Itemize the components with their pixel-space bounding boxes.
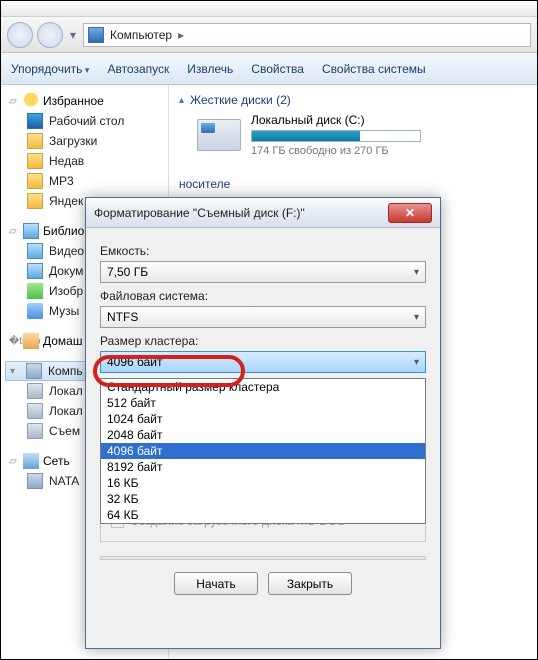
drive-icon	[27, 383, 43, 399]
sidebar-label: Компь	[48, 364, 83, 378]
organize-menu[interactable]: Упорядочить	[11, 62, 89, 76]
start-button[interactable]: Начать	[174, 572, 258, 595]
cluster-option[interactable]: 2048 байт	[101, 427, 425, 443]
drive-icon	[27, 403, 43, 419]
cluster-option[interactable]: 1024 байт	[101, 411, 425, 427]
breadcrumb[interactable]: Компьютер	[110, 28, 172, 42]
history-dropdown-icon[interactable]: ▾	[67, 25, 79, 45]
folder-icon	[27, 153, 43, 169]
cluster-option[interactable]: 32 КБ	[101, 491, 425, 507]
music-icon	[27, 303, 43, 319]
sidebar-label: Недав	[49, 154, 84, 168]
cluster-option[interactable]: 64 КБ	[101, 507, 425, 523]
sidebar-label: Докум	[49, 264, 83, 278]
sidebar-label: Локал	[49, 404, 83, 418]
computer-icon	[27, 473, 43, 489]
disk-item-c[interactable]: Локальный диск (C:) 174 ГБ свободно из 2…	[197, 113, 527, 157]
dialog-titlebar[interactable]: Форматирование "Съемный диск (F:)" ✕	[86, 198, 440, 228]
filesystem-value: NTFS	[107, 310, 138, 324]
sidebar-label: Локал	[49, 384, 83, 398]
cluster-size-label: Размер кластера:	[100, 334, 426, 348]
disk-capacity-bar	[251, 130, 421, 142]
filesystem-combo[interactable]: NTFS	[100, 306, 426, 328]
disk-free-text: 174 ГБ свободно из 270 ГБ	[251, 145, 421, 157]
cluster-option[interactable]: Стандартный размер кластера	[101, 379, 425, 395]
command-bar: Упорядочить Автозапуск Извлечь Свойства …	[1, 53, 537, 85]
forward-button[interactable]	[37, 22, 63, 48]
folder-icon	[27, 193, 43, 209]
sidebar-label: Избранное	[43, 94, 104, 108]
capacity-combo[interactable]: 7,50 ГБ	[100, 261, 426, 283]
close-dialog-button[interactable]: Закрыть	[268, 572, 352, 595]
drive-icon	[27, 423, 43, 439]
cluster-size-value: 4096 байт	[107, 355, 163, 369]
hdd-section-header[interactable]: ▴Жесткие диски (2)	[179, 93, 527, 107]
dialog-title: Форматирование "Съемный диск (F:)"	[94, 206, 388, 220]
sidebar-label: Загрузки	[49, 134, 97, 148]
star-icon	[23, 93, 39, 109]
folder-icon	[27, 173, 43, 189]
removable-section-header[interactable]: носителе	[179, 177, 527, 191]
desktop-icon	[27, 113, 43, 129]
breadcrumb-chevron-icon[interactable]: ▸	[178, 28, 184, 42]
filesystem-label: Файловая система:	[100, 289, 426, 303]
homegroup-icon	[23, 333, 39, 349]
sidebar-label: NATA	[49, 474, 79, 488]
hdd-icon	[197, 119, 241, 151]
window-titlebar	[1, 1, 537, 17]
favorites-group[interactable]: ▱Избранное	[5, 91, 164, 111]
sidebar-label: Яндек	[49, 194, 83, 208]
button-label: Закрыть	[287, 577, 333, 591]
cluster-option[interactable]: 16 КБ	[101, 475, 425, 491]
cluster-size-combo[interactable]: 4096 байт	[100, 351, 426, 373]
sidebar-item-recent[interactable]: Недав	[5, 151, 164, 171]
section-title: носителе	[179, 177, 230, 191]
sidebar-label: Домаш	[43, 334, 83, 348]
properties-button[interactable]: Свойства	[251, 62, 304, 76]
sidebar-label: Музы	[49, 304, 79, 318]
sidebar-item-mp3[interactable]: MP3	[5, 171, 164, 191]
format-dialog: Форматирование "Съемный диск (F:)" ✕ Емк…	[85, 197, 441, 649]
sidebar-label: MP3	[49, 174, 74, 188]
cluster-option[interactable]: 8192 байт	[101, 459, 425, 475]
capacity-value: 7,50 ГБ	[107, 265, 148, 279]
autoplay-button[interactable]: Автозапуск	[107, 62, 169, 76]
video-icon	[27, 243, 43, 259]
sidebar-label: Видео	[49, 244, 84, 258]
cluster-option[interactable]: 512 байт	[101, 395, 425, 411]
network-icon	[23, 453, 39, 469]
sidebar-label: Рабочий стол	[49, 114, 124, 128]
system-properties-button[interactable]: Свойства системы	[322, 62, 426, 76]
computer-icon	[26, 363, 42, 379]
sidebar-label: Изобр	[49, 284, 83, 298]
close-button[interactable]: ✕	[388, 203, 432, 223]
computer-icon	[88, 27, 104, 43]
libraries-icon	[23, 223, 39, 239]
sidebar-item-desktop[interactable]: Рабочий стол	[5, 111, 164, 131]
pictures-icon	[27, 283, 43, 299]
cluster-option-selected[interactable]: 4096 байт	[101, 443, 425, 459]
address-bar[interactable]: Компьютер ▸	[83, 23, 531, 47]
documents-icon	[27, 263, 43, 279]
section-title: Жесткие диски (2)	[190, 93, 291, 107]
progress-bar	[100, 556, 426, 560]
folder-icon	[27, 133, 43, 149]
nav-bar: ▾ Компьютер ▸	[1, 17, 537, 53]
capacity-label: Емкость:	[100, 244, 426, 258]
sidebar-label: Съем	[49, 424, 80, 438]
back-button[interactable]	[7, 22, 33, 48]
button-label: Начать	[196, 577, 236, 591]
sidebar-item-downloads[interactable]: Загрузки	[5, 131, 164, 151]
sidebar-label: Сеть	[43, 454, 70, 468]
sidebar-label: Библио	[43, 224, 84, 238]
disk-name: Локальный диск (C:)	[251, 113, 421, 127]
cluster-size-dropdown: Стандартный размер кластера 512 байт 102…	[100, 378, 426, 524]
eject-button[interactable]: Извлечь	[187, 62, 233, 76]
